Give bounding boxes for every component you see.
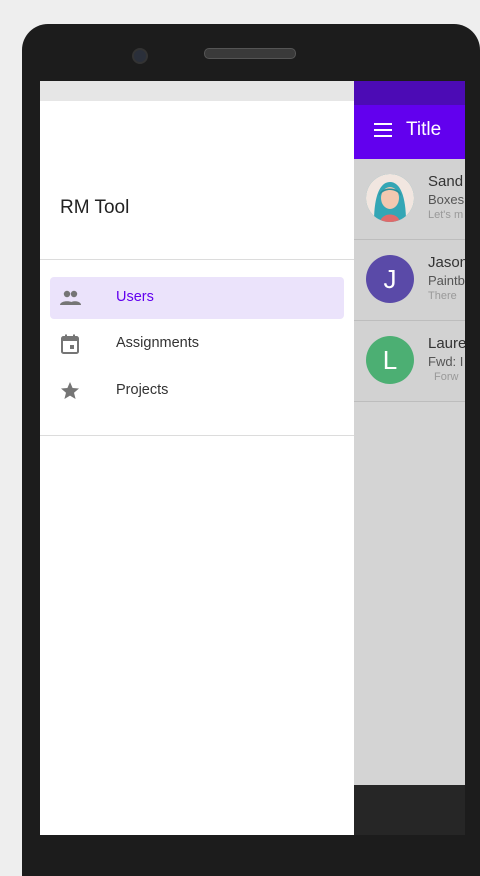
navigation-drawer: RM Tool Users Assignments Projects xyxy=(40,81,354,835)
list-item-text: Jason Paintb There xyxy=(428,254,465,302)
drawer-item-label: Projects xyxy=(116,382,169,398)
drawer-item-users[interactable]: Users xyxy=(50,277,344,319)
drawer-header: RM Tool xyxy=(40,101,354,260)
camera-icon xyxy=(132,48,148,64)
preview: Forw xyxy=(434,371,459,383)
list-item-text: Laure Fwd: I Forw xyxy=(428,335,465,383)
sender-name: Jason xyxy=(428,254,465,271)
speaker-grille xyxy=(204,48,296,59)
drawer-title: RM Tool xyxy=(60,197,130,218)
drawer-item-label: Users xyxy=(116,289,154,305)
avatar-letter: J xyxy=(383,263,397,294)
calendar-icon xyxy=(61,334,79,354)
subject: Boxes xyxy=(428,192,465,207)
subject: Paintb xyxy=(428,273,465,288)
avatar-photo-icon xyxy=(366,174,414,222)
avatar: L xyxy=(366,336,414,384)
drawer-item-projects[interactable]: Projects xyxy=(50,370,344,412)
screen: Title Sand Boxes Let's m J Jason Paintb … xyxy=(40,81,465,835)
phone-bottom-bezel xyxy=(22,835,480,876)
drawer-item-assignments[interactable]: Assignments xyxy=(50,323,344,365)
avatar-letter: L xyxy=(382,344,398,375)
preview: There xyxy=(428,290,457,302)
avatar xyxy=(366,174,414,222)
sender-name: Laure xyxy=(428,335,465,352)
list-item-text: Sand Boxes Let's m xyxy=(428,173,464,221)
subject: Fwd: I xyxy=(428,354,464,369)
drawer-status-bar xyxy=(40,81,354,101)
avatar: J xyxy=(366,255,414,303)
phone-frame: Title Sand Boxes Let's m J Jason Paintb … xyxy=(22,24,480,876)
menu-icon[interactable] xyxy=(374,123,392,137)
app-title: Title xyxy=(406,119,442,140)
sender-name: Sand xyxy=(428,173,464,190)
star-icon xyxy=(61,382,79,399)
drawer-item-label: Assignments xyxy=(116,335,200,351)
preview: Let's m xyxy=(428,209,464,221)
people-icon xyxy=(60,290,81,305)
drawer-menu: Users Assignments Projects xyxy=(40,259,354,436)
